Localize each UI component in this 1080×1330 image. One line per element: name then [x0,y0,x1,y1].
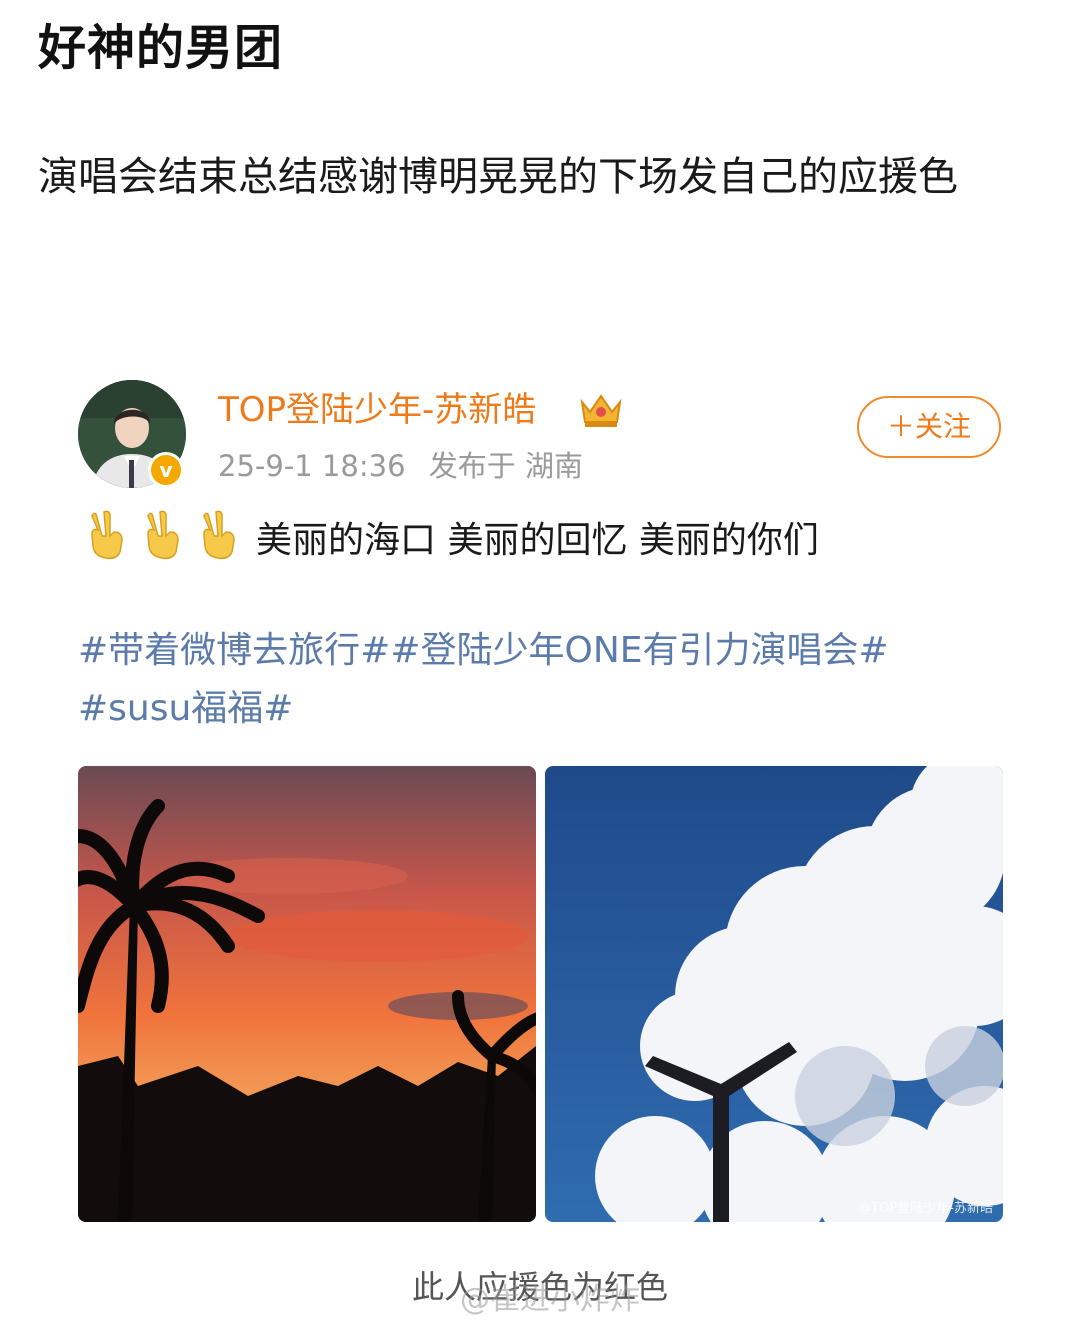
embedded-weibo-card: v TOP登陆少年-苏新皓 25-9-1 18:36 发布于 湖南 ＋关注 美丽… [0,360,1080,1330]
victory-hand-icon [91,510,123,560]
sunset-image [78,766,536,1222]
clouds-image [545,766,1003,1222]
photo-watermark: @TOP登陆少年-苏新皓 [858,1201,993,1216]
topic-link[interactable]: #登陆少年ONE有引力演唱会# [390,630,888,671]
follow-button[interactable]: ＋关注 [857,396,1001,458]
verified-v-icon: v [148,452,184,488]
sunset-palm-tree-photo[interactable] [78,766,536,1222]
weibo-watermark: @崔进小炸炸 [460,1282,640,1317]
post-meta: 25-9-1 18:36 发布于 湖南 [218,446,583,486]
card-post-text: 美丽的海口 美丽的回忆 美丽的你们 [84,510,819,571]
topic-link[interactable]: #susu福福# [78,688,293,729]
card-username[interactable]: TOP登陆少年-苏新皓 [218,388,536,432]
topic-tags: #带着微博去旅行##登陆少年ONE有引力演唱会# #susu福福# [78,622,998,738]
victory-hand-icon [147,510,179,560]
post-location: 发布于 湖南 [428,449,583,483]
post-timestamp: 25-9-1 18:36 [218,449,406,483]
post-body-text: 演唱会结束总结感谢博明晃晃的下场发自己的应援色 [38,154,958,200]
page-title: 好神的男团 [38,20,284,76]
topic-link[interactable]: #带着微博去旅行# [78,630,390,671]
crown-badge-icon [580,394,622,427]
blue-sky-clouds-photo[interactable]: @TOP登陆少年-苏新皓 [545,766,1003,1222]
victory-hand-icon [203,510,235,560]
card-caption: 美丽的海口 美丽的回忆 美丽的你们 [256,520,819,561]
